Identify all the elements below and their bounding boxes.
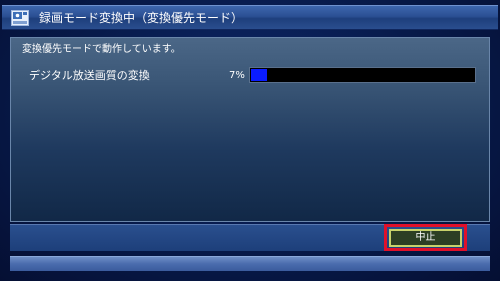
- screen-background: 録画モード変換中（変換優先モード） 変換優先モードで動作しています。 デジタル放…: [0, 0, 500, 281]
- stop-button[interactable]: 中止: [389, 229, 462, 247]
- recorder-icon: [11, 10, 29, 26]
- progress-percent: 7%: [229, 70, 245, 81]
- title-bar: 録画モード変換中（変換優先モード）: [2, 5, 498, 30]
- task-label: デジタル放送画質の変換: [29, 69, 150, 82]
- bottom-band: [10, 256, 490, 271]
- status-message: 変換優先モードで動作しています。: [22, 44, 181, 55]
- progress-bar: [249, 67, 476, 83]
- window-title: 録画モード変換中（変換優先モード）: [39, 11, 244, 25]
- progress-fill: [251, 69, 267, 81]
- content-panel: 変換優先モードで動作しています。 デジタル放送画質の変換 7%: [10, 37, 490, 222]
